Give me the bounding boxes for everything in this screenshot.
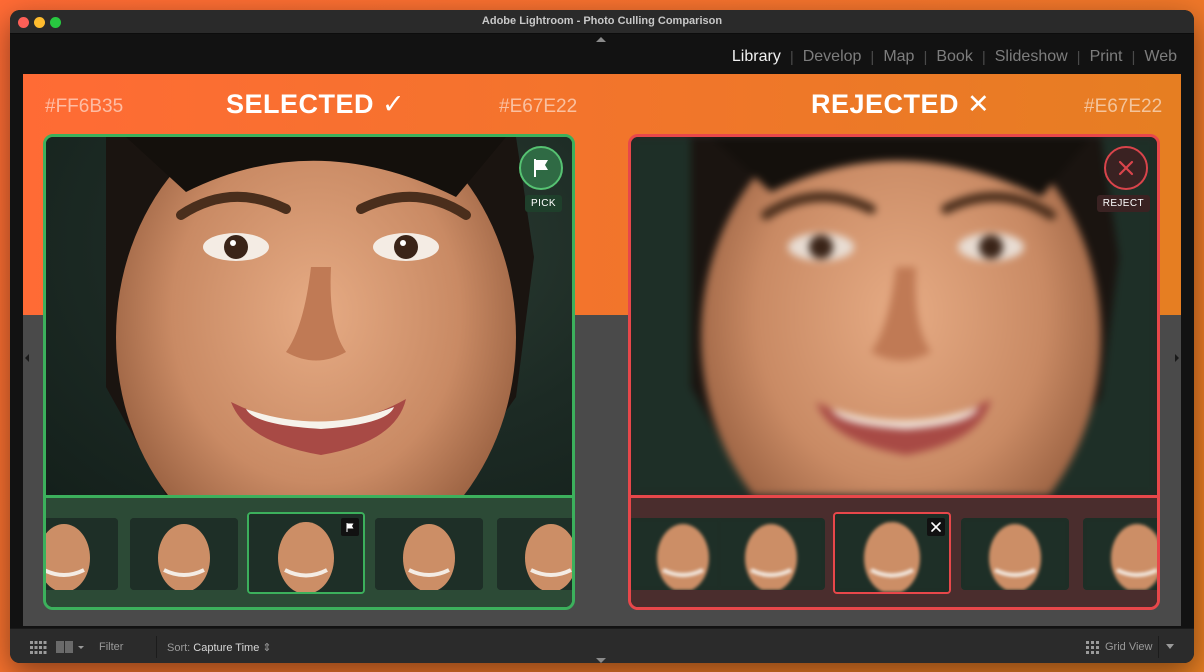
x-icon	[931, 522, 941, 532]
selected-hex-left: #FF6B35	[45, 96, 124, 117]
filmstrip-thumb[interactable]	[130, 518, 238, 590]
reject-button[interactable]	[1104, 146, 1148, 190]
sort-control[interactable]: Sort: Capture Time ⇕	[167, 641, 272, 654]
module-print[interactable]: Print	[1081, 48, 1132, 66]
x-circle-icon	[1118, 160, 1134, 176]
filmstrip-thumb[interactable]	[375, 518, 483, 590]
pick-flag-button[interactable]	[519, 146, 563, 190]
module-map[interactable]: Map	[874, 48, 923, 66]
sort-label: Sort:	[167, 642, 191, 654]
lightroom-window: Adobe Lightroom - Photo Culling Comparis…	[10, 10, 1194, 663]
module-slideshow[interactable]: Slideshow	[986, 48, 1077, 66]
filmstrip-thumb[interactable]	[961, 518, 1069, 590]
grid-view-icon[interactable]	[1086, 641, 1099, 654]
grid-view-label[interactable]: Grid View	[1105, 641, 1152, 653]
filmstrip-thumb[interactable]	[497, 518, 572, 590]
rejected-hex-right: #E67E22	[1084, 96, 1163, 117]
rejected-photo-card[interactable]: REJECT	[628, 134, 1160, 610]
compare-view-icon[interactable]	[56, 641, 84, 654]
top-panel-toggle-icon[interactable]	[596, 37, 606, 42]
right-panel-toggle-icon[interactable]	[1175, 354, 1179, 362]
selected-hex-right: #E67E22	[499, 96, 578, 117]
thumb-reject-badge	[927, 518, 945, 536]
module-develop[interactable]: Develop	[794, 48, 871, 66]
selected-heading: SELECTED ✓	[226, 89, 406, 119]
bottom-panel-toggle-icon[interactable]	[596, 658, 606, 663]
sort-chevron-icon: ⇕	[262, 642, 272, 654]
reject-tag: REJECT	[1096, 195, 1150, 212]
left-panel-toggle-icon[interactable]	[25, 354, 29, 362]
filmstrip-thumb-active[interactable]	[247, 512, 365, 594]
grid-icon[interactable]	[30, 641, 47, 654]
flag-icon	[346, 522, 354, 532]
title-bar: Adobe Lightroom - Photo Culling Comparis…	[10, 10, 1194, 34]
filmstrip-thumb[interactable]	[717, 518, 825, 590]
sort-value: Capture Time	[193, 642, 260, 654]
module-library[interactable]: Library	[723, 48, 790, 66]
filmstrip-thumb[interactable]	[1083, 518, 1157, 590]
pick-tag: PICK	[525, 195, 562, 212]
filmstrip-thumb[interactable]	[46, 518, 118, 590]
selected-photo[interactable]: PICK	[46, 137, 572, 495]
module-picker: Library | Develop | Map | Book | Slidesh…	[723, 48, 1186, 66]
rejected-heading: REJECTED ✕	[811, 89, 991, 119]
selected-filmstrip	[46, 495, 572, 607]
filmstrip-thumb-active[interactable]	[833, 512, 951, 594]
module-web[interactable]: Web	[1135, 48, 1186, 66]
thumb-flag-badge	[341, 518, 359, 536]
compare-panel: #FF6B35 SELECTED ✓ #E67E22 REJECTED ✕ #E…	[23, 74, 1181, 626]
toolbar-menu-chevron-down-icon[interactable]	[1166, 644, 1174, 649]
window-title: Adobe Lightroom - Photo Culling Comparis…	[481, 15, 723, 27]
filter-label[interactable]: Filter	[99, 641, 123, 653]
rejected-photo[interactable]	[631, 137, 1157, 495]
module-book[interactable]: Book	[927, 48, 981, 66]
flag-icon	[534, 159, 548, 177]
rejected-filmstrip	[631, 495, 1157, 607]
selected-photo-card[interactable]: PICK	[43, 134, 575, 610]
